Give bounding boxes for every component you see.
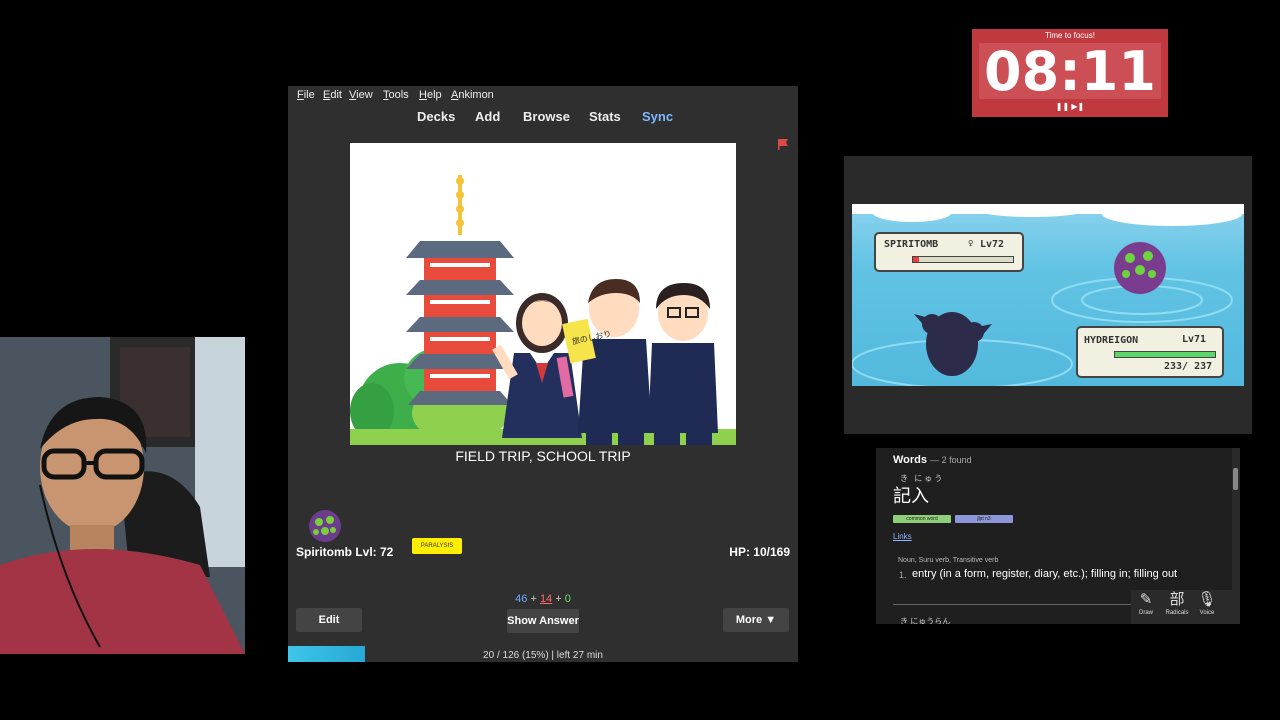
menu-bar: File Edit View Tools Help Ankimon xyxy=(288,86,798,104)
radicals-tool[interactable]: 部 Radicals xyxy=(1162,590,1192,616)
radicals-icon: 部 xyxy=(1169,591,1185,608)
enemy-gender: ♀ xyxy=(968,239,974,249)
part-of-speech: Noun, Suru verb, Transitive verb xyxy=(898,557,999,564)
sense-definition: entry (in a form, register, diary, etc.)… xyxy=(912,568,1178,580)
player-hp-fill xyxy=(1115,352,1215,357)
spiritomb-icon xyxy=(309,510,341,542)
plus-separator: + xyxy=(555,593,562,605)
more-button[interactable]: More ▼ xyxy=(723,608,789,632)
tag-jlpt: jlpt n3 xyxy=(955,515,1013,523)
voice-label: Voice xyxy=(1199,610,1215,616)
toolbar-decks[interactable]: Decks xyxy=(417,109,455,124)
dictionary-panel: Words — 2 found き にゅう 記入 common word jlp… xyxy=(876,448,1240,624)
status-badge: PARALYSIS xyxy=(412,538,462,554)
due-counts: 46 + 14 + 0 xyxy=(288,593,798,605)
new-count: 46 xyxy=(515,593,528,605)
divider xyxy=(893,604,1137,605)
show-answer-button[interactable]: Show Answer xyxy=(507,609,579,633)
radicals-label: Radicals xyxy=(1165,610,1189,616)
links-link[interactable]: Links xyxy=(893,532,912,541)
dictionary-tools: ✎ Draw 部 Radicals 🎙 Voice xyxy=(1131,590,1236,624)
menu-ankimon[interactable]: Ankimon xyxy=(451,89,494,101)
player-hp-box: HYDREIGON Lv71 233/ 237 xyxy=(1076,326,1224,378)
enemy-level: Lv72 xyxy=(980,239,1005,250)
found-count: — 2 found xyxy=(930,455,972,465)
toolbar-stats[interactable]: Stats xyxy=(589,109,621,124)
flag-icon[interactable] xyxy=(777,138,789,150)
voice-tool[interactable]: 🎙 Voice xyxy=(1192,590,1222,616)
player-hp-bar xyxy=(1114,351,1216,358)
learn-count: 14 xyxy=(539,593,553,605)
menu-view[interactable]: View xyxy=(349,89,373,101)
pet-name: Spiritomb Lvl: 72 xyxy=(296,545,394,559)
player-hp-text: 233/ 237 xyxy=(1164,361,1213,372)
microphone-icon: 🎙 xyxy=(1197,591,1217,608)
anki-window: File Edit View Tools Help Ankimon Decks … xyxy=(288,86,798,662)
spiritomb-sprite xyxy=(1114,242,1166,294)
player-name: HYDREIGON xyxy=(1084,335,1139,346)
dictionary-word: 記入 xyxy=(893,486,929,507)
enemy-hp-bar xyxy=(912,256,1014,263)
pet-hp: HP: 10/169 xyxy=(729,545,790,559)
scrollbar[interactable] xyxy=(1232,448,1240,624)
focus-timer: Time to focus! 08:11 ❚❚ ▶❚ xyxy=(972,29,1168,117)
enemy-hp-fill xyxy=(913,257,919,262)
enemy-name: SPIRITOMB xyxy=(884,239,939,250)
student-girl-illustration xyxy=(492,293,582,438)
menu-edit[interactable]: Edit xyxy=(323,89,342,101)
draw-label: Draw xyxy=(1138,610,1153,616)
timer-title: Time to focus! xyxy=(1045,31,1095,40)
enemy-hp-box: SPIRITOMB ♀ Lv72 xyxy=(874,232,1024,272)
student-boy-glasses-illustration xyxy=(648,283,718,445)
cloud-illustration xyxy=(852,204,1244,226)
next-entry-furigana: き にゅうらん xyxy=(900,617,951,624)
draw-tool[interactable]: ✎ Draw xyxy=(1131,590,1161,616)
draw-icon: ✎ xyxy=(1139,591,1153,608)
words-heading: Words xyxy=(893,454,928,466)
main-toolbar: Decks Add Browse Stats Sync xyxy=(288,107,798,125)
player-level: Lv71 xyxy=(1182,334,1207,345)
card-image: 旅のしおり xyxy=(350,143,736,445)
hydreigon-sprite xyxy=(914,312,992,376)
toolbar-add[interactable]: Add xyxy=(475,109,500,124)
timer-controls[interactable]: ❚❚ ▶❚ xyxy=(972,102,1168,111)
tag-common-word: common word xyxy=(893,515,951,523)
dictionary-title: Words — 2 found xyxy=(893,454,972,466)
game-window: SPIRITOMB ♀ Lv72 HYDREIGON Lv71 233/ 237 xyxy=(844,156,1252,434)
battle-scene: SPIRITOMB ♀ Lv72 HYDREIGON Lv71 233/ 237 xyxy=(852,204,1244,386)
timer-time: 08:11 xyxy=(984,40,1156,103)
toolbar-browse[interactable]: Browse xyxy=(523,109,570,124)
menu-file[interactable]: File xyxy=(297,89,315,101)
webcam-feed xyxy=(0,337,245,654)
review-count: 0 xyxy=(564,593,571,605)
card-answer: FIELD TRIP, SCHOOL TRIP xyxy=(455,448,631,464)
scrollbar-thumb[interactable] xyxy=(1233,468,1238,490)
toolbar-sync[interactable]: Sync xyxy=(642,109,673,124)
sense-number: 1. xyxy=(899,570,907,580)
progress-text: 20 / 126 (15%) | left 27 min xyxy=(483,650,603,661)
edit-button[interactable]: Edit xyxy=(296,608,362,632)
plus-separator: + xyxy=(530,593,537,605)
menu-help[interactable]: Help xyxy=(419,89,442,101)
menu-tools[interactable]: Tools xyxy=(383,89,409,101)
